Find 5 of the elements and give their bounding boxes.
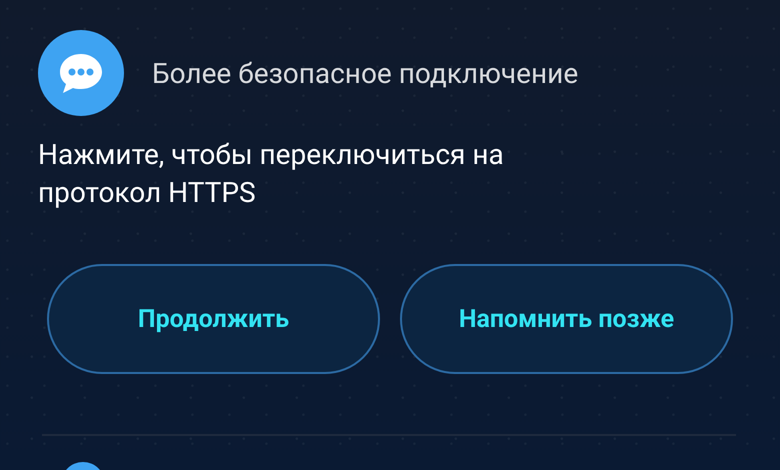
action-button[interactable]: Напомнить позже	[400, 264, 733, 374]
notification-title: Более безопасное подключение	[152, 56, 578, 90]
notification-message: Нажмите, чтобы переключиться на протокол HTTPS	[38, 137, 505, 211]
chat-bubble-icon	[38, 30, 124, 116]
action-button[interactable]: Продолжить	[47, 264, 380, 374]
